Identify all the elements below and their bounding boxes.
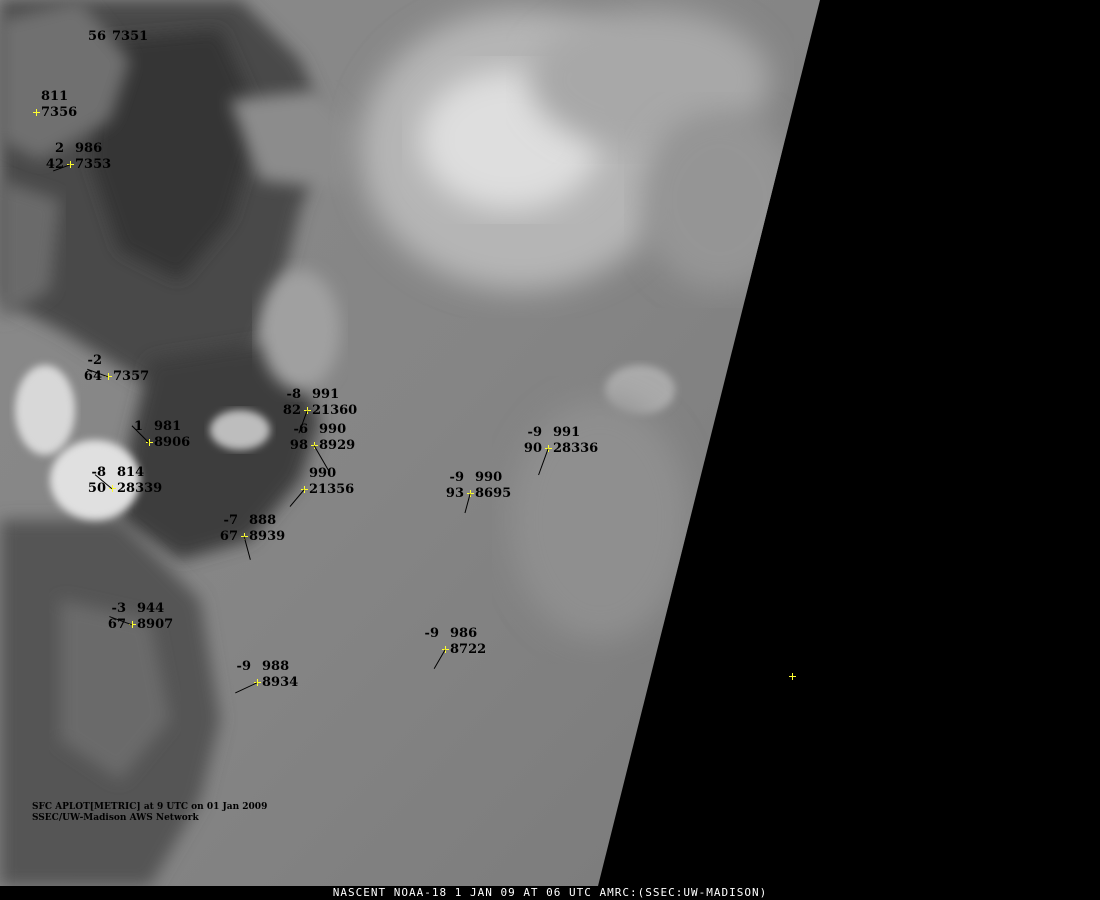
- station-obs-top-right: 990: [475, 470, 503, 485]
- station-obs-bottom-right: 7353: [75, 157, 112, 172]
- station-obs-top-left: -6: [293, 422, 308, 437]
- station-obs-bottom-right: 8907: [137, 617, 174, 632]
- station-obs-top-left: -8: [286, 387, 301, 402]
- station-obs-bottom-right: 7357: [113, 369, 150, 384]
- station-obs-top-right: 986: [450, 626, 478, 641]
- station-marker-icon: [33, 109, 40, 116]
- station-obs-top-left: -9: [236, 659, 251, 674]
- station-obs-top-left: -2: [87, 353, 102, 368]
- legend-source: SSEC/UW-Madison AWS Network: [32, 813, 199, 823]
- station-obs-bottom-left: 50: [87, 481, 106, 496]
- station-obs-top-right: 991: [553, 425, 581, 440]
- station-obs-bottom-left: 82: [282, 403, 301, 418]
- station-obs-top-right: 986: [75, 141, 103, 156]
- station-obs-bottom-right: 21360: [312, 403, 358, 418]
- map-legend: SFC APLOT[METRIC] at 9 UTC on 01 Jan 200…: [32, 802, 267, 824]
- station-obs-bottom-right: 8722: [450, 642, 487, 657]
- station-obs-top-right: 888: [249, 513, 277, 528]
- station-obs-bottom-left: 67: [107, 617, 126, 632]
- station-marker-icon: [789, 673, 796, 680]
- station-obs-bottom-right: 8934: [262, 675, 299, 690]
- image-caption: NASCENT NOAA-18 1 JAN 09 AT 06 UTC AMRC:…: [332, 886, 768, 899]
- station-obs-bottom-right: 28339: [117, 481, 163, 496]
- station-obs-top-left: 2: [54, 141, 64, 156]
- station-obs-top-right: 990: [319, 422, 347, 437]
- station-obs-bottom-right: 7351: [112, 29, 149, 44]
- station-obs-top-right: 981: [154, 419, 182, 434]
- station-obs-bottom-left: 90: [523, 441, 542, 456]
- station-obs-top-left: -9: [449, 470, 464, 485]
- station-obs-top-right: 988: [262, 659, 290, 674]
- station-obs-top-right: 811: [41, 89, 69, 104]
- station-obs-top-left: -9: [527, 425, 542, 440]
- station-obs-bottom-right: 8939: [249, 529, 286, 544]
- station-obs-bottom-left: 93: [445, 486, 464, 501]
- station-obs-bottom-right: 8929: [319, 438, 356, 453]
- station-obs-bottom-left: 42: [45, 157, 64, 172]
- station-obs-bottom-right: 8695: [475, 486, 512, 501]
- station-obs-bottom-right: 8906: [154, 435, 191, 450]
- station-obs-bottom-right: 28336: [553, 441, 599, 456]
- station-obs-top-left: -7: [223, 513, 238, 528]
- station-obs-top-left: -3: [111, 601, 126, 616]
- station-obs-bottom-left: 64: [83, 369, 102, 384]
- station-obs-bottom-left: 67: [219, 529, 238, 544]
- station-obs-top-right: 944: [137, 601, 165, 616]
- station-obs-top-right: 990: [309, 466, 337, 481]
- station-obs-bottom-right: 7356: [41, 105, 78, 120]
- station-obs-top-right: 991: [312, 387, 340, 402]
- station-obs-top-left: 1: [133, 419, 143, 434]
- station-obs-top-left: -9: [424, 626, 439, 641]
- station-obs-bottom-left: 98: [289, 438, 308, 453]
- station-obs-top-left: -8: [91, 465, 106, 480]
- legend-title: SFC APLOT[METRIC] at 9 UTC on 01 Jan 200…: [32, 802, 268, 812]
- station-obs-top-right: 814: [117, 465, 145, 480]
- station-obs-bottom-right: 21356: [309, 482, 355, 497]
- station-obs-top-right: 56: [88, 29, 107, 44]
